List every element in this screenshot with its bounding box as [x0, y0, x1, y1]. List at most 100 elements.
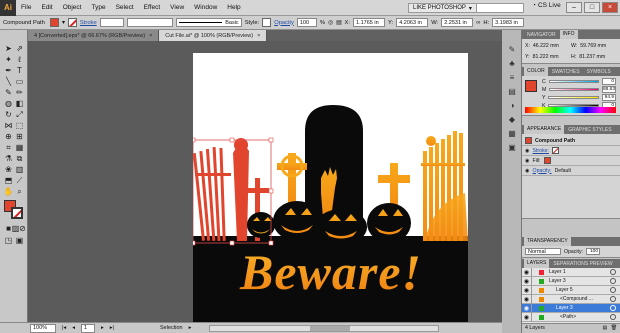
target-icon[interactable] — [610, 296, 616, 302]
recolor-icon[interactable]: ◎ — [328, 20, 333, 26]
new-layer-icon[interactable]: ▤ — [603, 325, 608, 331]
tab-info[interactable]: INFO — [559, 30, 578, 39]
eye-icon[interactable]: ◉ — [522, 314, 531, 321]
scale-icon[interactable]: ⤢ — [14, 110, 25, 120]
horizontal-scrollbar[interactable] — [209, 324, 440, 332]
layer-row[interactable]: ◉ <Path> — [522, 312, 620, 322]
mesh-icon[interactable]: ⌗ — [3, 143, 14, 153]
opacity-link[interactable]: Opacity — [274, 20, 294, 26]
pencil-icon[interactable]: ✏ — [14, 88, 25, 98]
brush-definition-field[interactable]: Basic — [175, 18, 242, 27]
workspace-switcher[interactable]: LIKE PHOTOSHOP ▾ — [408, 3, 477, 13]
hand-tool-icon[interactable]: ✋ — [3, 187, 14, 197]
blend-mode-select[interactable]: Normal — [525, 248, 561, 255]
screen-mode-icon[interactable]: ▣ — [14, 236, 25, 246]
appearance-opacity-label[interactable]: Opacity: — [533, 168, 552, 174]
first-page-icon[interactable]: |◂ — [62, 325, 66, 331]
stroke-swatch[interactable] — [67, 18, 77, 27]
chevron-down-icon[interactable]: ▾ — [62, 20, 65, 26]
menu-edit[interactable]: Edit — [36, 4, 57, 11]
tab-separations-preview[interactable]: SEPARATIONS PREVIEW — [550, 261, 615, 267]
menu-help[interactable]: Help — [222, 4, 245, 11]
appearance-stroke-label[interactable]: Stroke: — [533, 148, 549, 154]
eraser-icon[interactable]: ◧ — [14, 99, 25, 109]
close-tab-icon[interactable]: × — [257, 33, 260, 39]
eye-icon[interactable]: ◉ — [522, 278, 531, 285]
tab-symbols[interactable]: SYMBOLS — [584, 69, 614, 75]
channel-m-value[interactable]: 88.63 — [602, 86, 616, 93]
eye-icon[interactable]: ◉ — [522, 305, 531, 312]
cs-live-button[interactable]: ◔ CS Live — [532, 2, 561, 9]
slice-tool-icon[interactable]: ⟋ — [14, 176, 25, 186]
halloween-artwork[interactable]: Beware! — [193, 53, 468, 322]
shape-builder-icon[interactable]: ⊕ — [3, 132, 14, 142]
resize-handle[interactable] — [229, 137, 235, 143]
resize-handle[interactable] — [193, 240, 196, 246]
prev-page-icon[interactable]: ◂ — [72, 325, 75, 331]
eye-icon[interactable]: ◉ — [522, 296, 531, 303]
scrollbar-thumb[interactable] — [310, 325, 351, 331]
menu-file[interactable]: File — [16, 4, 36, 11]
delete-layer-icon[interactable]: 🗑 — [610, 325, 617, 331]
height-field[interactable]: 3.1983 in — [492, 18, 525, 27]
menu-type[interactable]: Type — [86, 4, 110, 11]
perspective-grid-icon[interactable]: ⊞ — [14, 132, 25, 142]
variable-width-field[interactable] — [126, 18, 173, 27]
tab-cut-file[interactable]: Cut File.ai* @ 100% (RGB/Preview) × — [159, 30, 268, 41]
symbols-icon[interactable]: ♣ — [506, 58, 518, 69]
zoom-select[interactable]: 100% — [30, 323, 56, 333]
color-spectrum[interactable] — [525, 107, 616, 113]
status-mode[interactable]: Selection — [160, 325, 183, 331]
free-transform-icon[interactable]: ⬚ — [14, 121, 25, 131]
resize-handle[interactable] — [268, 240, 274, 246]
resize-handle[interactable] — [268, 137, 274, 143]
eye-icon[interactable]: ◉ — [525, 148, 530, 154]
tab-color[interactable]: COLOR — [524, 67, 548, 76]
minimize-button[interactable]: – — [566, 2, 582, 13]
brushes-icon[interactable]: ✎ — [506, 44, 518, 55]
close-tab-icon[interactable]: × — [149, 33, 152, 39]
close-window-button[interactable]: × — [602, 2, 618, 13]
width-tool-icon[interactable]: ⋈ — [3, 121, 14, 131]
pen-tool-icon[interactable]: ✒ — [3, 66, 14, 76]
canvas-area[interactable]: Beware! — [28, 41, 502, 322]
target-icon[interactable] — [610, 314, 616, 320]
channel-c-value[interactable]: 0 — [602, 78, 616, 85]
tab-navigator[interactable]: NAVIGATOR — [524, 32, 559, 38]
menu-view[interactable]: View — [165, 4, 189, 11]
blend-icon[interactable]: ⧉ — [14, 154, 25, 164]
status-arrow-icon[interactable]: ▸ — [189, 325, 192, 331]
gradient-icon[interactable]: ▦ — [14, 143, 25, 153]
y-position-field[interactable]: 4.2063 in — [396, 18, 429, 27]
menu-object[interactable]: Object — [58, 4, 87, 11]
tab-graphic-styles[interactable]: GRAPHIC STYLES — [565, 127, 614, 133]
stroke-weight-field[interactable] — [99, 18, 124, 27]
align-icon[interactable]: ▤ — [336, 20, 341, 26]
resize-handle[interactable] — [229, 240, 235, 246]
menu-effect[interactable]: Effect — [139, 4, 166, 11]
paintbrush-icon[interactable]: ✎ — [3, 88, 14, 98]
gradient-panel-icon[interactable]: ▤ — [506, 86, 518, 97]
eye-icon[interactable]: ◉ — [522, 269, 531, 276]
eye-icon[interactable]: ◉ — [525, 168, 530, 174]
resize-handle[interactable] — [193, 137, 196, 143]
eye-icon[interactable]: ◉ — [525, 158, 530, 164]
type-tool-icon[interactable]: T — [14, 66, 25, 76]
transparency-opacity-value[interactable]: 100 — [586, 248, 601, 255]
artboard[interactable]: Beware! — [193, 53, 468, 322]
target-icon[interactable] — [610, 269, 616, 275]
appearance-fill-swatch[interactable] — [543, 157, 551, 164]
direct-selection-tool-icon[interactable]: ⇗ — [14, 44, 25, 54]
target-icon[interactable] — [610, 278, 616, 284]
tab-layers[interactable]: LAYERS — [524, 259, 550, 268]
target-icon[interactable] — [610, 305, 616, 311]
color-fill-swatch[interactable] — [525, 80, 537, 92]
tab-converted-eps[interactable]: 4 [Converted].eps* @ 66.67% (RGB/Preview… — [28, 30, 160, 41]
menu-window[interactable]: Window — [189, 4, 222, 11]
lasso-icon[interactable]: ℓ — [14, 55, 25, 65]
layers-panel-icon[interactable]: ▦ — [506, 128, 518, 139]
page-field[interactable]: 1 — [80, 323, 95, 333]
style-swatch[interactable] — [262, 18, 272, 27]
tab-appearance[interactable]: APPEARANCE — [524, 125, 565, 134]
tab-transparency[interactable]: TRANSPARENCY — [524, 237, 571, 246]
